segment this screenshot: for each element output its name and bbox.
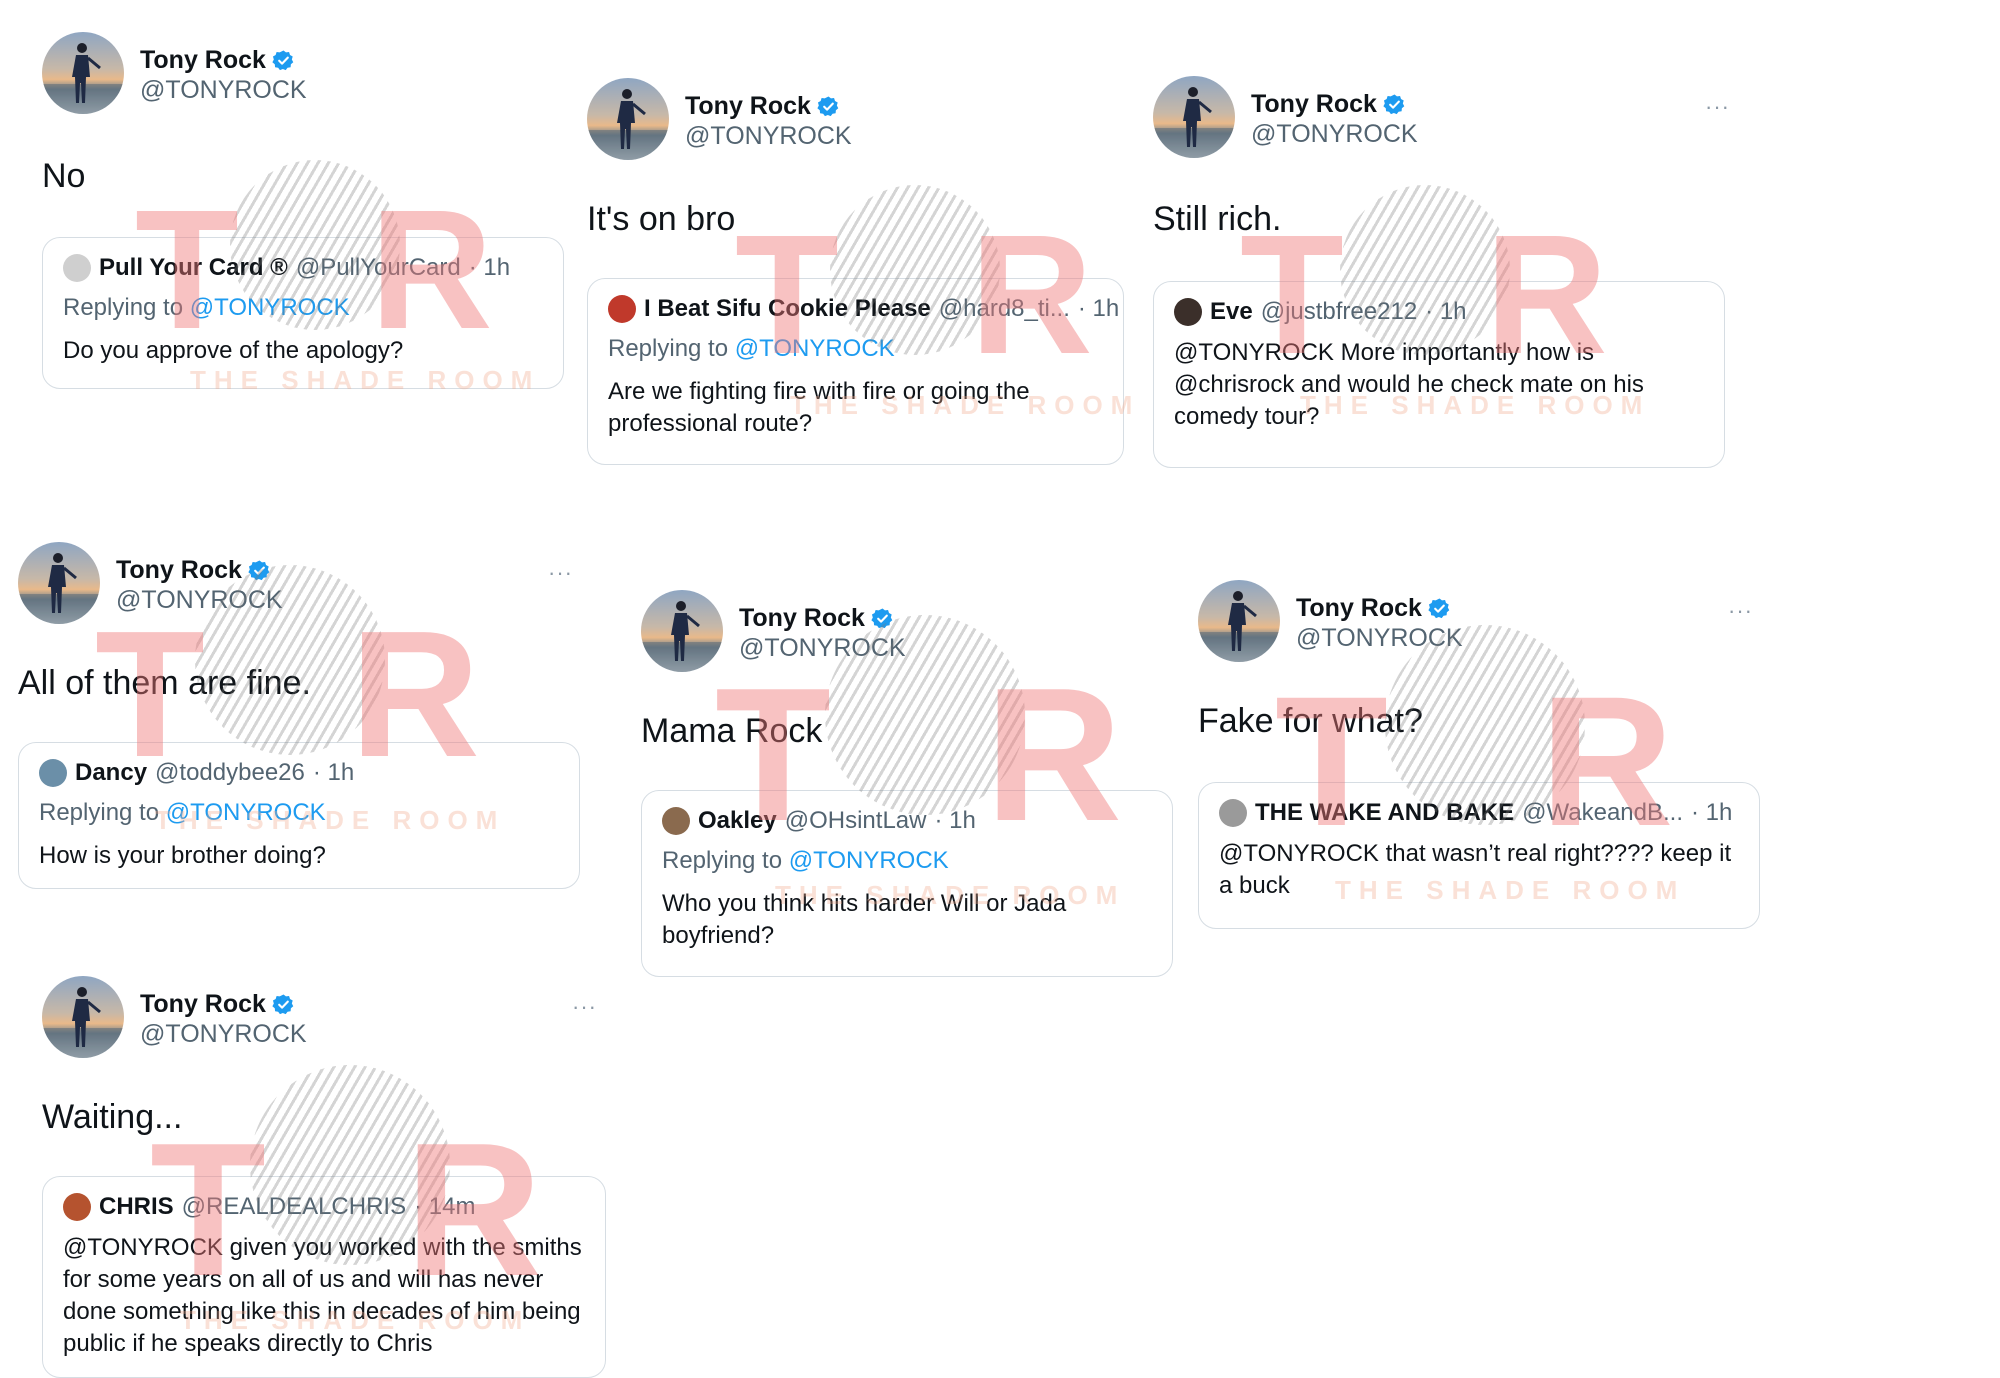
quoted-body: @TONYROCK More importantly how is @chris… <box>1174 339 1644 430</box>
quoted-time: · 14m <box>414 1193 476 1220</box>
more-options-icon[interactable]: ··· <box>1728 598 1753 624</box>
tweet-text: It's on bro <box>587 200 736 238</box>
replying-label: Replying to <box>39 799 160 826</box>
quoted-tweet[interactable]: Eve @justbfree212 · 1h @TONYROCK More im… <box>1153 281 1725 468</box>
tweet-1: Tony Rock @TONYROCK No Pull Your Card ® … <box>42 32 564 392</box>
quoted-tweet[interactable]: CHRIS @REALDEALCHRIS · 14m @TONYROCK giv… <box>42 1176 606 1378</box>
author-avatar[interactable] <box>587 78 669 160</box>
tweet-4: Tony Rock @TONYROCK ··· All of them are … <box>18 542 580 889</box>
tweet-text: Still rich. <box>1153 200 1282 238</box>
quoted-tweet[interactable]: Oakley @OHsintLaw · 1h Replying to @TONY… <box>641 790 1173 977</box>
quoted-handle: @REALDEALCHRIS <box>181 1193 407 1220</box>
quoted-name: I Beat Sifu Cookie Please <box>644 295 931 322</box>
quoted-name: Dancy <box>75 759 148 786</box>
quoted-handle: @PullYourCard <box>295 254 461 281</box>
author-avatar[interactable] <box>18 542 100 624</box>
quoted-avatar <box>662 807 690 835</box>
tweet-2: Tony Rock @TONYROCK It's on bro I Beat S… <box>587 78 1124 468</box>
tweet-3: Tony Rock @TONYROCK ··· Still rich. Eve … <box>1153 76 1729 471</box>
author-name[interactable]: Tony Rock <box>739 604 865 633</box>
quoted-avatar <box>63 1193 91 1221</box>
replying-label: Replying to <box>63 294 184 321</box>
author-avatar[interactable] <box>641 590 723 672</box>
quoted-tweet[interactable]: I Beat Sifu Cookie Please @hard8_ti... ·… <box>587 278 1124 465</box>
quoted-name: THE WAKE AND BAKE <box>1255 799 1515 826</box>
more-options-icon[interactable]: ··· <box>548 560 573 586</box>
quoted-name: Eve <box>1210 298 1253 325</box>
quoted-handle: @OHsintLaw <box>784 807 927 834</box>
quoted-name: Oakley <box>698 807 777 834</box>
quoted-handle: @toddybee26 <box>155 759 305 786</box>
mention-link[interactable]: @TONYROCK <box>735 335 895 362</box>
quoted-time: · 1h <box>1691 799 1733 826</box>
quoted-time: · 1h <box>1077 295 1120 322</box>
verified-badge-icon <box>248 559 271 582</box>
mention-link[interactable]: @TONYROCK <box>789 847 949 874</box>
quoted-body: @TONYROCK that wasn’t real right???? kee… <box>1219 840 1732 899</box>
tweet-text: No <box>42 157 86 195</box>
replying-label: Replying to <box>608 335 729 362</box>
author-avatar[interactable] <box>1153 76 1235 158</box>
tweet-5: Tony Rock @TONYROCK Mama Rock Oakley @OH… <box>641 590 1173 977</box>
verified-badge-icon <box>1383 93 1406 116</box>
quoted-time: · 1h <box>312 759 355 786</box>
mention-link[interactable]: @TONYROCK <box>190 294 350 321</box>
quoted-body: Do you approve of the apology? <box>63 337 404 364</box>
tweet-text: All of them are fine. <box>18 664 311 702</box>
quoted-tweet[interactable]: THE WAKE AND BAKE @WakeandB... · 1h @TON… <box>1198 782 1760 929</box>
author-name[interactable]: Tony Rock <box>140 46 266 75</box>
author-handle[interactable]: @TONYROCK <box>140 76 307 105</box>
quoted-avatar <box>63 254 91 282</box>
quoted-avatar <box>608 295 636 323</box>
tweet-7: Tony Rock @TONYROCK ··· Waiting... CHRIS… <box>42 976 607 1378</box>
quoted-handle: @hard8_ti... <box>938 295 1070 322</box>
verified-badge-icon <box>817 95 840 118</box>
quoted-body: @TONYROCK given you worked with the smit… <box>63 1234 582 1357</box>
tweet-text: Waiting... <box>42 1098 183 1136</box>
more-options-icon[interactable]: ··· <box>572 994 597 1020</box>
quoted-avatar <box>39 759 67 787</box>
quoted-time: · 1h <box>468 254 511 281</box>
author-name[interactable]: Tony Rock <box>1251 90 1377 119</box>
author-handle[interactable]: @TONYROCK <box>140 1020 307 1049</box>
author-handle[interactable]: @TONYROCK <box>685 122 852 151</box>
quoted-avatar <box>1219 799 1247 827</box>
quoted-body: Who you think hits harder Will or Jada b… <box>662 890 1067 949</box>
tweet-6: Tony Rock @TONYROCK ··· Fake for what? T… <box>1198 580 1760 930</box>
author-name[interactable]: Tony Rock <box>1296 594 1422 623</box>
author-avatar[interactable] <box>42 32 124 114</box>
author-name[interactable]: Tony Rock <box>685 92 811 121</box>
quoted-body: How is your brother doing? <box>39 842 326 869</box>
verified-badge-icon <box>1428 597 1451 620</box>
author-handle[interactable]: @TONYROCK <box>116 586 283 615</box>
more-options-icon[interactable]: ··· <box>1705 94 1730 120</box>
quoted-name: Pull Your Card ® <box>99 254 288 281</box>
tweet-text: Fake for what? <box>1198 702 1423 740</box>
quoted-tweet[interactable]: Pull Your Card ® @PullYourCard · 1h Repl… <box>42 237 564 389</box>
mention-link[interactable]: @TONYROCK <box>166 799 326 826</box>
author-handle[interactable]: @TONYROCK <box>739 634 906 663</box>
verified-badge-icon <box>272 993 295 1016</box>
tweet-text: Mama Rock <box>641 712 823 750</box>
author-name[interactable]: Tony Rock <box>116 556 242 585</box>
verified-badge-icon <box>871 607 894 630</box>
author-handle[interactable]: @TONYROCK <box>1251 120 1418 149</box>
verified-badge-icon <box>272 49 295 72</box>
quoted-time: · 1h <box>1425 298 1467 325</box>
quoted-name: CHRIS <box>99 1193 174 1220</box>
quoted-handle: @justbfree212 <box>1260 298 1418 325</box>
author-avatar[interactable] <box>1198 580 1280 662</box>
quoted-body: Are we fighting fire with fire or going … <box>608 378 1030 437</box>
quoted-tweet[interactable]: Dancy @toddybee26 · 1h Replying to @TONY… <box>18 742 580 889</box>
author-name[interactable]: Tony Rock <box>140 990 266 1019</box>
quoted-time: · 1h <box>934 807 976 834</box>
quoted-handle: @WakeandB... <box>1522 799 1683 826</box>
quoted-avatar <box>1174 298 1202 326</box>
author-handle[interactable]: @TONYROCK <box>1296 624 1463 653</box>
author-avatar[interactable] <box>42 976 124 1058</box>
replying-label: Replying to <box>662 847 783 874</box>
